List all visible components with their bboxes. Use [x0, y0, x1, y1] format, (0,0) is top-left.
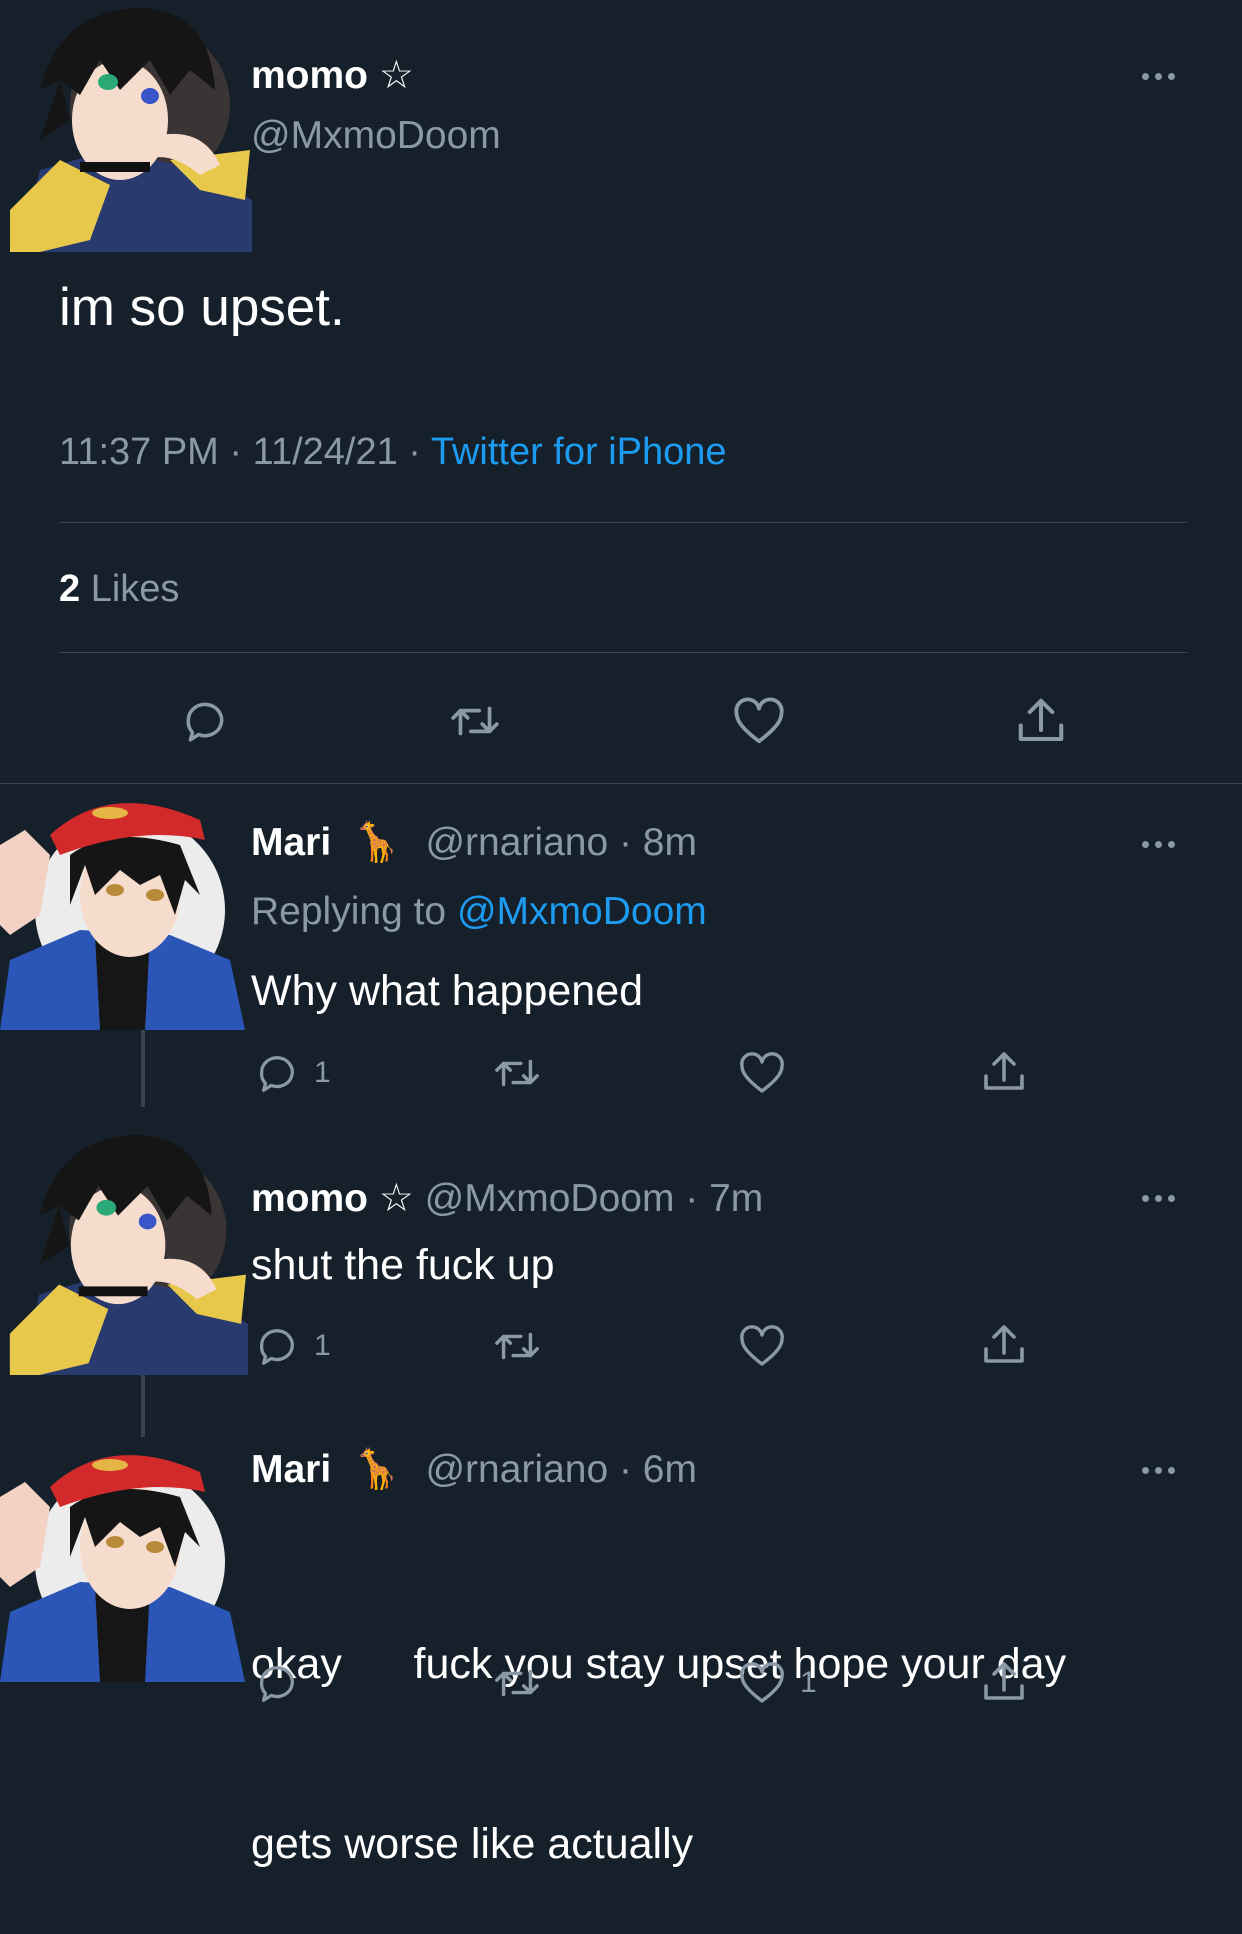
divider: [59, 522, 1187, 523]
like-icon: [740, 1662, 784, 1703]
reply-author-name[interactable]: Mari: [251, 821, 331, 864]
like-icon: [740, 1052, 784, 1093]
reply-header: Mari 🦒 @rnariano · 8m: [251, 820, 697, 866]
reply-icon: [260, 1666, 294, 1702]
reply-author-name[interactable]: momo ☆: [251, 1177, 414, 1220]
share-button[interactable]: [1014, 694, 1068, 748]
share-icon: [984, 1325, 1024, 1363]
more-icon[interactable]: [1134, 1188, 1182, 1208]
reply-text-line: gets worse like actually: [251, 1820, 694, 1868]
share-button[interactable]: [980, 1321, 1028, 1369]
giraffe-emoji: 🦒: [352, 1448, 401, 1491]
share-button[interactable]: [980, 1658, 1028, 1706]
like-icon: [734, 697, 784, 744]
reply-icon: [186, 702, 224, 742]
reply-button[interactable]: [254, 1660, 300, 1706]
reply-button[interactable]: [180, 696, 230, 746]
tweet-source[interactable]: Twitter for iPhone: [431, 431, 727, 473]
tweet-time: 11:37 PM: [59, 431, 219, 473]
likes-stat[interactable]: 2 Likes: [59, 566, 179, 612]
reply-author-handle[interactable]: @rnariano: [425, 821, 608, 864]
like-button[interactable]: [732, 696, 786, 746]
like-count: 1: [800, 1666, 817, 1699]
retweet-button[interactable]: [492, 1660, 542, 1706]
likes-label: Likes: [90, 568, 180, 610]
reply-time: · 8m: [618, 821, 697, 864]
meta-separator: ·: [408, 431, 421, 473]
replying-to: Replying to @MxmoDoom: [251, 889, 707, 935]
giraffe-emoji: 🦒: [352, 821, 401, 864]
share-icon: [984, 1662, 1024, 1700]
avatar-mari[interactable]: [0, 1437, 245, 1682]
reply-text: Why what happened: [251, 967, 644, 1015]
section-divider: [0, 783, 1242, 784]
reply-text: okay fuck you stay upset hope your day g…: [251, 1514, 1066, 1934]
replying-to-label: Replying to: [251, 890, 447, 933]
like-icon: [740, 1325, 784, 1366]
like-button[interactable]: 1: [738, 1660, 817, 1706]
reply-author-handle[interactable]: @MxmoDoom: [425, 1177, 675, 1220]
more-icon[interactable]: [1134, 1460, 1182, 1480]
reply-count: 1: [314, 1329, 331, 1362]
like-button[interactable]: [738, 1050, 786, 1096]
reply-author-name[interactable]: Mari: [251, 1448, 331, 1491]
avatar-mari[interactable]: [0, 785, 245, 1030]
retweet-button[interactable]: [492, 1050, 542, 1096]
avatar-momo[interactable]: [0, 1127, 248, 1375]
reply-icon: [260, 1329, 294, 1365]
reply-header: momo ☆ @MxmoDoom · 7m: [251, 1176, 763, 1222]
reply-count: 1: [314, 1056, 331, 1089]
reply-text: shut the fuck up: [251, 1241, 555, 1289]
share-button[interactable]: [980, 1048, 1028, 1096]
retweet-icon: [495, 1059, 539, 1087]
reply-time: · 6m: [618, 1448, 697, 1491]
reply-header: Mari 🦒 @rnariano · 6m: [251, 1447, 697, 1493]
reply-author-handle[interactable]: @rnariano: [425, 1448, 608, 1491]
likes-count: 2: [59, 568, 81, 610]
share-icon: [1018, 698, 1064, 742]
share-icon: [984, 1052, 1024, 1090]
reply-button[interactable]: 1: [254, 1050, 331, 1096]
reply-icon: [260, 1056, 294, 1092]
thread-line: [141, 1030, 145, 1107]
more-icon[interactable]: [1134, 834, 1182, 854]
tweet-text: im so upset.: [59, 278, 345, 337]
retweet-button[interactable]: [492, 1323, 542, 1369]
retweet-button[interactable]: [448, 696, 502, 746]
author-name[interactable]: momo ☆: [251, 53, 414, 99]
more-icon[interactable]: [1134, 66, 1182, 86]
tweet-meta: 11:37 PM · 11/24/21 · Twitter for iPhone: [59, 429, 727, 475]
like-button[interactable]: [738, 1323, 786, 1369]
divider: [59, 652, 1187, 653]
thread-line: [141, 1375, 145, 1437]
retweet-icon: [451, 706, 499, 736]
retweet-icon: [495, 1332, 539, 1360]
reply-time: · 7m: [685, 1177, 764, 1220]
author-handle[interactable]: @MxmoDoom: [251, 113, 501, 159]
tweet-date[interactable]: 11/24/21: [253, 431, 398, 473]
reply-button[interactable]: 1: [254, 1323, 331, 1369]
reply-text-line: okay fuck you stay upset hope your day: [251, 1640, 1067, 1688]
retweet-icon: [495, 1669, 539, 1697]
meta-separator: ·: [229, 431, 243, 473]
avatar-momo[interactable]: [0, 0, 252, 252]
replying-to-handle[interactable]: @MxmoDoom: [457, 890, 707, 933]
